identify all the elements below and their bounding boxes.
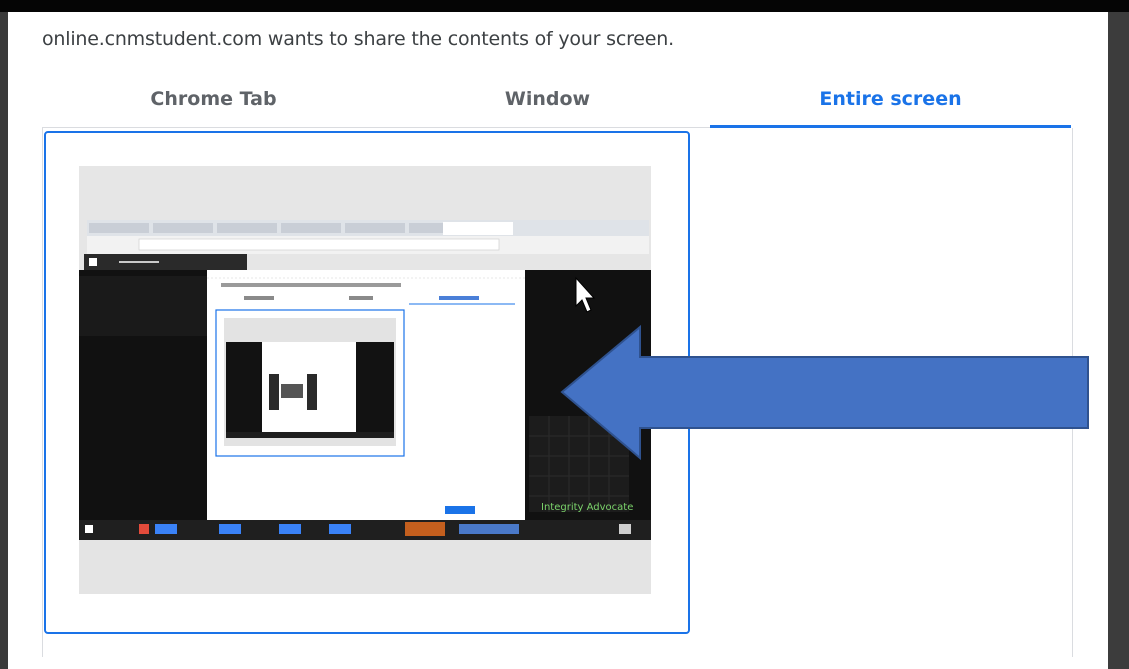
tab-chrome-tab[interactable]: Chrome Tab <box>42 86 385 126</box>
tab-window[interactable]: Window <box>385 86 710 126</box>
left-arrow-annotation-icon <box>560 324 1089 461</box>
background-right-edge <box>1108 12 1129 669</box>
top-bar <box>0 0 1129 12</box>
tab-entire-screen[interactable]: Entire screen <box>710 86 1071 126</box>
background-left-edge <box>0 12 8 669</box>
share-prompt-text: online.cnmstudent.com wants to share the… <box>42 28 674 50</box>
watermark-text: Integrity Advocate <box>541 502 633 513</box>
